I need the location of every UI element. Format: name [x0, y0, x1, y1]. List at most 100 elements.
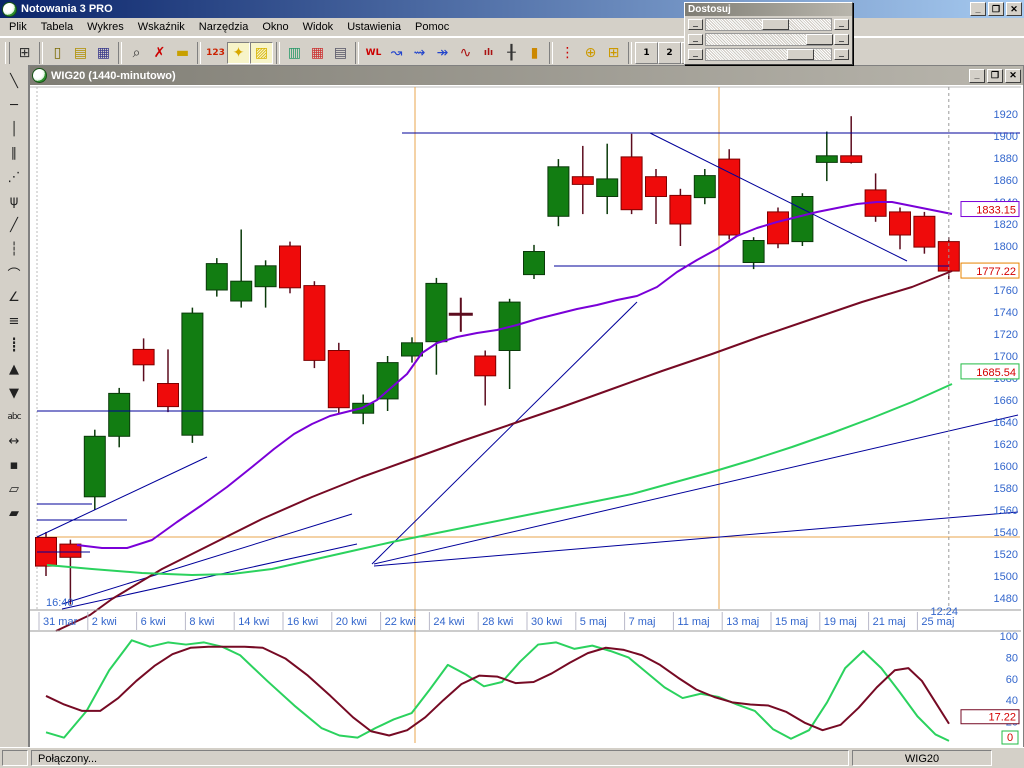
auto-scale-button[interactable]: ✦ [227, 41, 250, 64]
title-bar: Notowania 3 PRO _ ❐ ✕ [0, 0, 1024, 18]
menu-plik[interactable]: Plik [2, 19, 34, 35]
trendline-tool[interactable]: ╲ [2, 69, 26, 93]
close-button[interactable]: ✕ [1005, 68, 1021, 83]
pitchfork-tool[interactable]: ψ [2, 189, 26, 213]
text-tool[interactable]: abc [2, 405, 26, 429]
candle-chart-button[interactable]: ▮ [523, 42, 546, 64]
slider-1-right-button[interactable] [834, 19, 849, 30]
minimize-button[interactable]: _ [970, 2, 986, 16]
measure-button[interactable]: ▬ [171, 42, 194, 64]
candle [181, 312, 204, 436]
adjust-palette[interactable]: Dostosuj [684, 2, 853, 65]
slider-1-left-button[interactable] [688, 19, 703, 30]
color-table-button[interactable]: ▦ [306, 42, 329, 64]
candle [669, 194, 692, 225]
menu-bar: Plik Tabela Wykres Wskaźnik Narzędzia Okno Wid… [0, 18, 1024, 37]
ohlc-chart-button[interactable]: ╂ [500, 42, 523, 64]
wave-tool-1-button[interactable]: ↝ [385, 42, 408, 64]
fib-retracement-tool[interactable]: ≡ [2, 309, 26, 333]
svg-text:1760: 1760 [994, 285, 1018, 297]
oscillator-tag-17.22: 17.22 [960, 709, 1020, 725]
fan-lines-tool[interactable]: ⋰ [2, 165, 26, 189]
arrow-up-tool[interactable]: ▲ [2, 357, 26, 381]
slider-2-track[interactable] [705, 33, 833, 46]
slider-1-thumb[interactable] [761, 19, 789, 30]
candle [571, 176, 594, 185]
slider-2-left-button[interactable] [688, 34, 703, 45]
slider-3-track[interactable] [705, 48, 832, 61]
minimize-button[interactable]: _ [969, 68, 985, 83]
ray-tool[interactable]: ╱ [2, 213, 26, 237]
candle [279, 245, 301, 289]
view-1-button[interactable]: 1 [635, 41, 658, 64]
menu-wykres[interactable]: Wykres [80, 19, 131, 35]
chart-canvas[interactable]: 31 mar 2 kwi 6 kwi 8 kwi 14 kwi 16 kwi 20 kwi 2… [30, 85, 1021, 745]
eraser-tool[interactable]: ▱ [2, 477, 26, 501]
candle [132, 348, 155, 366]
vertical-grid-tool[interactable]: ┋ [2, 333, 26, 357]
slider-3-thumb[interactable] [786, 49, 814, 60]
candle [205, 263, 228, 291]
slider-2-right-button[interactable] [834, 34, 849, 45]
expand-horizontal-tool[interactable]: ↔ [2, 429, 26, 453]
menu-ustawienia[interactable]: Ustawienia [340, 19, 408, 35]
parallel-lines-tool[interactable]: ∥ [2, 141, 26, 165]
tile-windows-button[interactable]: ⊞ [13, 42, 36, 64]
menu-narzędzia[interactable]: Narzędzia [192, 19, 256, 35]
svg-text:1700: 1700 [994, 351, 1018, 363]
svg-text:0: 0 [1007, 732, 1013, 744]
indicator-wl-button[interactable]: WL [362, 42, 385, 64]
add-marker-button[interactable]: ⊕ [579, 42, 602, 64]
svg-text:19 maj: 19 maj [824, 616, 857, 628]
view-2-button[interactable]: 2 [658, 41, 681, 64]
delete-button[interactable]: ✗ [148, 42, 171, 64]
menu-widok[interactable]: Widok [296, 19, 341, 35]
svg-text:28 kwi: 28 kwi [482, 616, 513, 628]
candle [303, 285, 326, 361]
restore-button[interactable]: ❐ [988, 2, 1004, 16]
candle [840, 155, 863, 163]
slider-2-thumb[interactable] [805, 34, 833, 45]
grid-style-button[interactable]: ▨ [250, 41, 273, 64]
chart-window-title: WIG20 (1440-minutowo) [51, 69, 176, 82]
wave-tool-2-button[interactable]: ⇝ [408, 42, 431, 64]
candle [523, 251, 545, 276]
menu-okno[interactable]: Okno [255, 19, 295, 35]
restore-button[interactable]: ❐ [987, 68, 1003, 83]
chart-window-title-bar[interactable]: WIG20 (1440-minutowo) _ ❐ ✕ [30, 66, 1023, 85]
dots-style-button[interactable]: ⋮ [556, 42, 579, 64]
gann-fan-tool[interactable]: ∠ [2, 285, 26, 309]
svg-text:1640: 1640 [994, 417, 1018, 429]
price-scale-button[interactable]: 123 [204, 42, 227, 64]
menu-wskaźnik[interactable]: Wskaźnik [131, 19, 192, 35]
data-table-button[interactable]: ▤ [329, 42, 352, 64]
vertical-line-tool[interactable]: │ [2, 117, 26, 141]
menu-pomoc[interactable]: Pomoc [408, 19, 456, 35]
bar-chart-button[interactable]: ılı [477, 42, 500, 64]
candle [791, 196, 814, 243]
fib-timezone-tool[interactable]: ┆ [2, 237, 26, 261]
quote-table-button[interactable]: ▥ [283, 42, 306, 64]
zoom-marker-tool[interactable]: ▪ [2, 453, 26, 477]
open-button[interactable]: ▤ [69, 42, 92, 64]
adjust-palette-title[interactable]: Dostosuj [685, 3, 852, 16]
close-button[interactable]: ✕ [1006, 2, 1022, 16]
slider-3-left-button[interactable] [688, 49, 703, 60]
toolbar-separator [118, 41, 122, 64]
svg-text:1880: 1880 [994, 153, 1018, 165]
slider-1-track[interactable] [705, 18, 832, 31]
zoom-button[interactable]: ⌕ [125, 42, 148, 64]
slider-3-right-button[interactable] [834, 49, 849, 60]
candle [425, 282, 448, 343]
save-button[interactable]: ▦ [92, 42, 115, 64]
arrow-down-tool[interactable]: ▼ [2, 381, 26, 405]
menu-tabela[interactable]: Tabela [34, 19, 80, 35]
price-axis: 1920190018801860184018201800178017601740… [994, 109, 1018, 605]
wave-tool-3-button[interactable]: ↠ [431, 42, 454, 64]
fib-arcs-tool[interactable]: ⌒ [2, 261, 26, 285]
new-chart-button[interactable]: ▯ [46, 42, 69, 64]
eraser-all-tool[interactable]: ▰ [2, 501, 26, 525]
line-chart-button[interactable]: ∿ [454, 42, 477, 64]
horizontal-line-tool[interactable]: ─ [2, 93, 26, 117]
add-marker-box-button[interactable]: ⊞ [602, 42, 625, 64]
